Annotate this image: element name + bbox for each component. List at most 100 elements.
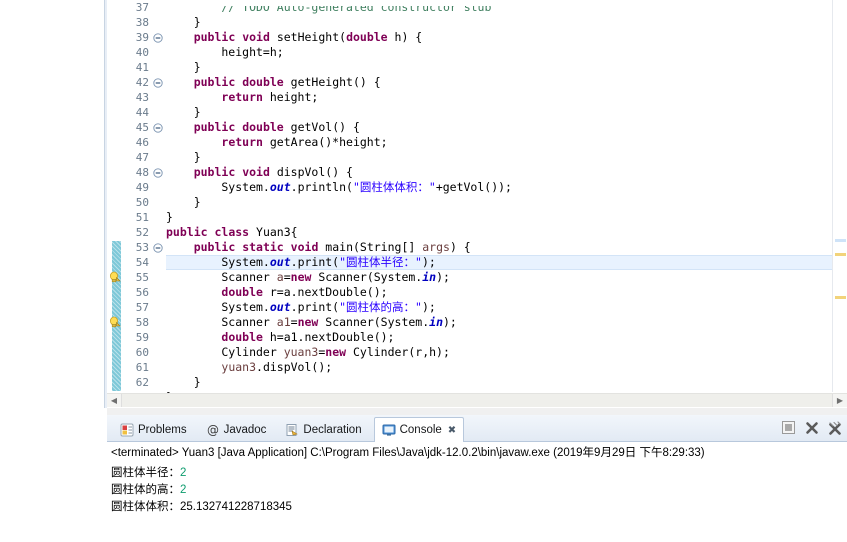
fold-collapse-icon[interactable] [153,168,163,178]
fold-collapse-icon[interactable] [153,78,163,88]
console-input-value: 2 [180,467,187,479]
code-token: "圆柱体体积：" [352,180,436,194]
code-line[interactable]: yuan3.dispVol(); [166,360,847,375]
code-token: dispVol() { [269,165,353,179]
tab-problems[interactable]: Problems [113,418,194,442]
terminate-button[interactable] [780,419,797,436]
code-line[interactable]: } [166,375,847,390]
code-token: h=a1.nextDouble(); [262,330,395,344]
code-token: yuan3 [283,345,319,359]
overview-warning-mark[interactable] [835,253,846,256]
overview-warning-mark[interactable] [835,296,846,299]
console-input-value: 2 [180,484,187,496]
line-number: 55 [135,271,149,284]
java-source-editor[interactable]: 37 38 39 40 41 42 43 44 45 46 47 48 49 50 51 52 53 54 55 56… [107,0,847,404]
fold-collapse-icon[interactable] [153,243,163,253]
code-line[interactable]: double r=a.nextDouble(); [166,285,847,300]
code-line[interactable]: return getArea()*height; [166,135,847,150]
editor-folding-column[interactable] [151,0,165,404]
code-token: a [276,270,284,284]
line-number: 46 [135,136,149,149]
code-token: main(String[] [318,240,423,254]
code-token: args [422,240,450,254]
code-line[interactable]: public static void main(String[] args) { [166,240,847,255]
console-view-toolbar[interactable] [780,419,843,436]
code-line[interactable]: System.out.print("圆柱体半径："); [166,255,847,270]
code-token: Scanner [166,315,277,329]
code-token: getVol() { [283,120,360,134]
code-line[interactable]: } [166,15,847,30]
line-number: 49 [135,181,149,194]
code-line[interactable]: // TODO Auto-generated constructor stub [166,0,847,15]
code-line[interactable]: double h=a1.nextDouble(); [166,330,847,345]
overview-current-line-mark [835,239,846,242]
console-output[interactable]: <terminated> Yuan3 [Java Application] C:… [107,442,847,542]
code-token: "圆柱体半径：" [339,255,422,269]
code-line[interactable]: Scanner a1=new Scanner(System.in); [166,315,847,330]
remove-launch-button[interactable] [803,419,820,436]
scrollbar-track[interactable] [121,394,833,407]
code-token: out [269,255,291,269]
bottom-left-fill [0,415,107,542]
code-token: out [269,300,291,314]
code-line[interactable]: public void dispVol() { [166,165,847,180]
tab-label: Console [399,424,442,436]
bottom-view-tabbar[interactable]: Problems @ Javadoc Declaration Console ✖ [107,415,847,443]
code-line[interactable]: public class Yuan3{ [166,225,847,240]
code-line[interactable]: return height; [166,90,847,105]
scroll-right-arrow-icon[interactable]: ▶ [833,394,847,407]
declaration-icon [285,423,299,437]
code-token: // TODO Auto-generated constructor stub [166,0,492,14]
tab-javadoc[interactable]: @ Javadoc [199,418,274,442]
code-token: new [297,315,319,329]
code-token: ); [421,255,436,269]
editor-code-area[interactable]: // TODO Auto-generated constructor stub … [166,0,847,404]
code-token: out [269,180,291,194]
warning-icon[interactable] [108,316,121,329]
warning-icon[interactable] [108,271,121,284]
code-line[interactable]: System.out.println("圆柱体体积："+getVol()); [166,180,847,195]
editor-marker-bar[interactable] [107,0,121,404]
tab-declaration[interactable]: Declaration [278,418,368,442]
panel-gap-left [0,408,107,415]
code-line[interactable]: System.out.print("圆柱体的高："); [166,300,847,315]
scroll-left-arrow-icon[interactable]: ◀ [107,394,121,407]
console-line-label: 圆柱体半径： [111,467,180,479]
editor-horizontal-scrollbar[interactable]: ◀ ▶ [107,393,847,407]
code-token: } [166,210,173,224]
code-token: public [193,75,236,89]
line-number: 48 [135,166,149,179]
code-token: } [166,150,201,164]
code-line[interactable]: Scanner a=new Scanner(System.in); [166,270,847,285]
code-line[interactable]: } [166,150,847,165]
close-icon[interactable]: ✖ [448,425,456,436]
code-line[interactable]: height=h; [166,45,847,60]
code-token: double [346,30,388,44]
fold-collapse-icon[interactable] [153,123,163,133]
code-token: return [221,135,263,149]
line-number: 58 [135,316,149,329]
code-line[interactable]: } [166,210,847,225]
line-number: 51 [135,211,149,224]
code-line[interactable]: public void setHeight(double h) { [166,30,847,45]
editor-overview-ruler[interactable] [832,0,847,392]
code-line[interactable]: Cylinder yuan3=new Cylinder(r,h); [166,345,847,360]
panel-sash[interactable] [107,408,847,415]
code-line[interactable]: } [166,195,847,210]
code-token: Cylinder [166,345,284,359]
code-token: Scanner [166,270,277,284]
code-token: class [214,225,250,239]
tab-console[interactable]: Console ✖ [373,417,465,443]
code-line[interactable]: } [166,105,847,120]
fold-collapse-icon[interactable] [153,33,163,43]
code-token: height; [262,90,319,104]
code-line[interactable]: public double getHeight() { [166,75,847,90]
code-line[interactable]: } [166,60,847,75]
remove-all-terminated-button[interactable] [826,419,843,436]
code-line[interactable]: public double getVol() { [166,120,847,135]
code-token: public [193,120,236,134]
